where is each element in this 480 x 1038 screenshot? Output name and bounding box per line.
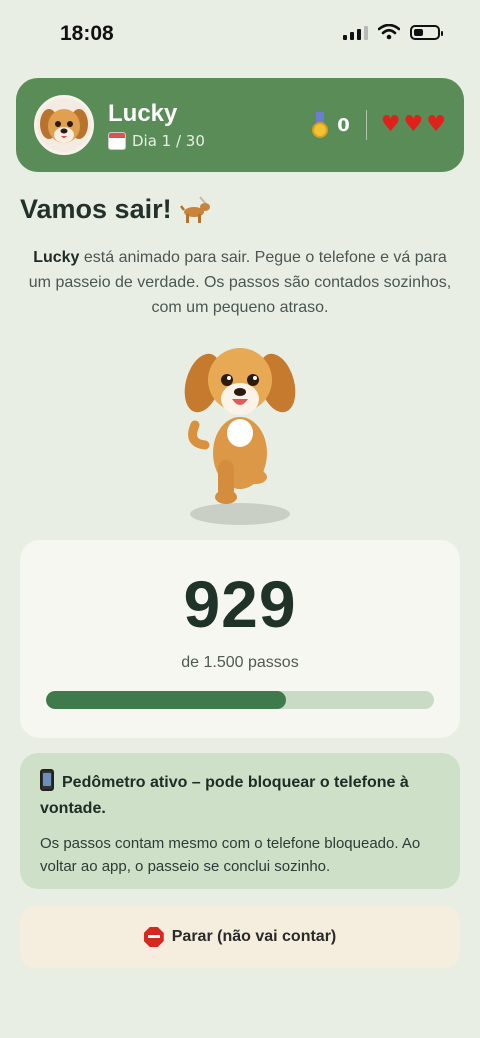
pedometer-info-card: Pedômetro ativo – pode bloquear o telefo… bbox=[20, 753, 460, 889]
status-bar: 18:08 bbox=[0, 0, 480, 72]
hearts-lives: ♥ ♥ ♥ bbox=[381, 114, 446, 136]
battery-icon bbox=[410, 24, 443, 40]
pet-avatar[interactable] bbox=[34, 95, 94, 155]
dog-face-icon bbox=[40, 109, 88, 143]
description-pet-name: Lucky bbox=[33, 249, 80, 266]
stop-walk-button[interactable]: Parar (não vai contar) bbox=[20, 906, 460, 968]
header-stats: 0 ♥ ♥ ♥ bbox=[311, 110, 446, 140]
medal-icon bbox=[311, 112, 329, 138]
steps-count: 929 bbox=[183, 567, 297, 641]
header-divider bbox=[365, 110, 367, 140]
calendar-icon bbox=[108, 132, 126, 150]
medal-counter: 0 bbox=[311, 112, 350, 138]
signal-icon bbox=[343, 24, 368, 40]
heart-icon: ♥ bbox=[426, 112, 446, 137]
medal-count: 0 bbox=[337, 114, 350, 136]
page-title-text: Vamos sair! bbox=[20, 194, 172, 224]
description-text: está animado para sair. Pegue o telefone… bbox=[28, 249, 452, 316]
walking-dog-illustration bbox=[165, 325, 315, 530]
info-title-text: Pedômetro ativo – pode bloquear o telefo… bbox=[40, 774, 409, 817]
status-icons bbox=[343, 24, 443, 40]
pet-header: Lucky Dia 1 / 30 0 ♥ ♥ ♥ bbox=[16, 78, 464, 172]
wifi-icon bbox=[378, 24, 400, 40]
pet-info: Lucky Dia 1 / 30 bbox=[108, 100, 205, 150]
stop-button-label: Parar (não vai contar) bbox=[171, 928, 337, 945]
guide-dog-icon bbox=[179, 195, 210, 223]
info-body: Os passos contam mesmo com o telefone bl… bbox=[40, 835, 421, 875]
status-time: 18:08 bbox=[60, 22, 114, 45]
heart-icon: ♥ bbox=[403, 112, 424, 137]
steps-progress-bar bbox=[46, 691, 434, 709]
day-counter: Dia 1 / 30 bbox=[108, 132, 205, 150]
day-label: Dia 1 / 30 bbox=[132, 132, 205, 150]
steps-card: 929 de 1.500 passos bbox=[20, 540, 460, 738]
steps-progress-fill bbox=[46, 691, 287, 709]
phone-icon bbox=[40, 769, 54, 791]
info-title: Pedômetro ativo – pode bloquear o telefo… bbox=[40, 769, 440, 822]
page-title: Vamos sair! bbox=[20, 194, 212, 225]
heart-icon: ♥ bbox=[380, 112, 401, 137]
dog-illustration bbox=[184, 348, 296, 504]
walk-description: Lucky está animado para sair. Pegue o te… bbox=[24, 245, 456, 320]
stop-icon bbox=[143, 927, 164, 947]
steps-goal: de 1.500 passos bbox=[181, 654, 299, 671]
pet-name: Lucky bbox=[108, 100, 178, 127]
